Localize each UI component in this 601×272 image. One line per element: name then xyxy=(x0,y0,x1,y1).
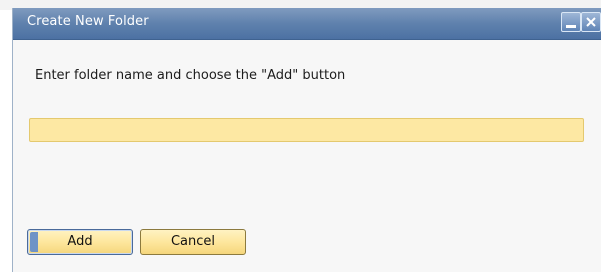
folder-name-input[interactable] xyxy=(29,118,584,142)
dialog-title: Create New Folder xyxy=(27,14,149,29)
create-folder-dialog: Create New Folder Enter folder name and … xyxy=(12,8,601,272)
minimize-icon xyxy=(566,25,576,28)
dialog-titlebar[interactable]: Create New Folder xyxy=(13,8,601,40)
add-button[interactable]: Add xyxy=(27,229,133,255)
close-icon xyxy=(586,17,596,27)
minimize-button[interactable] xyxy=(561,12,581,32)
cancel-button[interactable]: Cancel xyxy=(140,229,246,255)
instruction-text: Enter folder name and choose the "Add" b… xyxy=(35,68,346,83)
close-button[interactable] xyxy=(581,12,601,32)
